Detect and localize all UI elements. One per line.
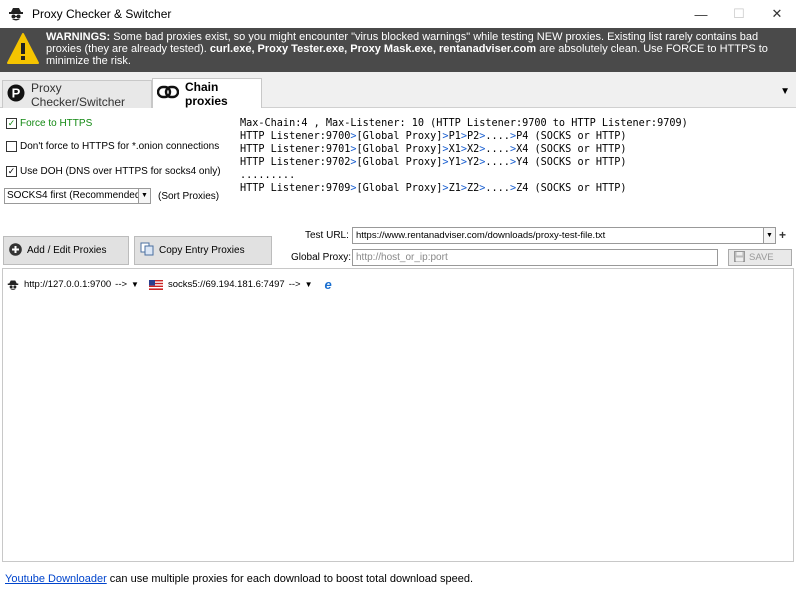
chevron-down-icon[interactable]: ▼ bbox=[305, 280, 313, 289]
save-label: SAVE bbox=[749, 252, 774, 263]
chain-info-line: HTTP Listener:9702>[Global Proxy]>Y1>Y2>… bbox=[240, 157, 627, 168]
add-edit-proxies-label: Add / Edit Proxies bbox=[27, 245, 107, 256]
warning-banner: WARNINGS: Some bad proxies exist, so you… bbox=[0, 28, 796, 72]
footer: Youtube Downloader can use multiple prox… bbox=[5, 573, 473, 585]
chain-list: http://127.0.0.1:9700 --> ▼ socks5://69.… bbox=[2, 268, 794, 562]
tab-menu-dropdown-icon[interactable]: ▼ bbox=[780, 86, 790, 97]
test-url-value: https://www.rentanadviser.com/downloads/… bbox=[356, 230, 606, 241]
chain-row: http://127.0.0.1:9700 --> ▼ socks5://69.… bbox=[7, 277, 332, 292]
chain-info-line: HTTP Listener:9709>[Global Proxy]>Z1>Z2>… bbox=[240, 183, 627, 194]
tab-proxy-checker[interactable]: P Proxy Checker/Switcher bbox=[2, 80, 152, 109]
global-proxy-label: Global Proxy: bbox=[291, 252, 352, 263]
global-proxy-placeholder: http://host_or_ip:port bbox=[356, 252, 448, 263]
chain-proxy: socks5://69.194.181.6:7497 bbox=[167, 279, 285, 290]
chevron-down-icon[interactable]: ▼ bbox=[138, 189, 150, 203]
chevron-down-icon[interactable]: ▼ bbox=[763, 228, 775, 243]
chain-info-header: Max-Chain:4 , Max-Listener: 10 (HTTP Lis… bbox=[240, 118, 688, 129]
test-url-label: Test URL: bbox=[305, 230, 349, 241]
chain-info-text: Max-Chain:4 , Max-Listener: 10 (HTTP Lis… bbox=[240, 117, 688, 195]
minimize-button[interactable]: — bbox=[682, 0, 720, 28]
save-button: SAVE bbox=[728, 249, 792, 266]
floppy-disk-icon bbox=[734, 250, 745, 265]
chain-settings-panel: ✓ Force to HTTPS Don't force to HTTPS fo… bbox=[0, 108, 796, 268]
add-circle-icon bbox=[9, 242, 22, 259]
warning-icon bbox=[6, 32, 40, 66]
copy-entry-proxies-button[interactable]: Copy Entry Proxies bbox=[134, 236, 272, 265]
add-url-button[interactable]: + bbox=[779, 228, 786, 242]
checkbox-unchecked-icon bbox=[6, 141, 17, 152]
spy-icon bbox=[7, 279, 19, 291]
no-force-onion-checkbox[interactable]: Don't force to HTTPS for *.onion connect… bbox=[6, 141, 219, 152]
window-controls: — ☐ ✕ bbox=[682, 0, 796, 28]
ie-icon[interactable]: e bbox=[324, 277, 331, 292]
youtube-downloader-link[interactable]: Youtube Downloader bbox=[5, 573, 107, 585]
tab-chain-proxies[interactable]: Chain proxies bbox=[152, 78, 262, 108]
sort-proxies-value: SOCKS4 first (Recommended) bbox=[7, 190, 144, 201]
checkbox-checked-icon: ✓ bbox=[6, 118, 17, 129]
close-button[interactable]: ✕ bbox=[758, 0, 796, 28]
tab-proxy-checker-label: Proxy Checker/Switcher bbox=[31, 80, 126, 109]
force-https-label: Force to HTTPS bbox=[20, 118, 93, 129]
tab-chain-proxies-label: Chain proxies bbox=[185, 79, 228, 108]
test-url-input[interactable]: https://www.rentanadviser.com/downloads/… bbox=[352, 227, 776, 244]
chevron-down-icon[interactable]: ▼ bbox=[131, 280, 139, 289]
svg-text:P: P bbox=[12, 86, 21, 101]
spy-icon bbox=[8, 6, 24, 22]
maximize-button: ☐ bbox=[733, 6, 745, 21]
chain-info-dots: ......... bbox=[240, 170, 296, 181]
warning-clean-list: curl.exe, Proxy Tester.exe, Proxy Mask.e… bbox=[209, 43, 537, 55]
add-edit-proxies-button[interactable]: Add / Edit Proxies bbox=[3, 236, 129, 265]
sort-proxies-label: (Sort Proxies) bbox=[158, 191, 220, 202]
warning-text: WARNINGS: Some bad proxies exist, so you… bbox=[46, 31, 786, 67]
copy-icon bbox=[140, 242, 154, 259]
footer-text: can use multiple proxies for each downlo… bbox=[106, 573, 474, 585]
force-https-checkbox[interactable]: ✓ Force to HTTPS bbox=[6, 118, 92, 129]
us-flag-icon bbox=[148, 279, 163, 290]
global-proxy-input[interactable]: http://host_or_ip:port bbox=[352, 249, 718, 266]
chain-arrow: --> bbox=[115, 279, 128, 290]
chain-icon bbox=[156, 85, 180, 102]
chain-info-line: HTTP Listener:9700>[Global Proxy]>P1>P2>… bbox=[240, 131, 627, 142]
chain-listener: http://127.0.0.1:9700 bbox=[24, 279, 112, 290]
copy-entry-proxies-label: Copy Entry Proxies bbox=[159, 245, 245, 256]
window-title: Proxy Checker & Switcher bbox=[32, 7, 172, 21]
warning-label: WARNINGS: bbox=[46, 31, 111, 43]
use-doh-label: Use DOH (DNS over HTTPS for socks4 only) bbox=[20, 166, 221, 177]
chain-info-line: HTTP Listener:9701>[Global Proxy]>X1>X2>… bbox=[240, 144, 627, 155]
p-circle-icon: P bbox=[7, 84, 25, 105]
no-force-onion-label: Don't force to HTTPS for *.onion connect… bbox=[20, 141, 220, 152]
tab-strip: P Proxy Checker/Switcher Chain proxies ▼ bbox=[0, 72, 796, 109]
sort-proxies-select[interactable]: SOCKS4 first (Recommended) ▼ bbox=[4, 188, 151, 204]
checkbox-checked-icon: ✓ bbox=[6, 166, 17, 177]
chain-arrow: --> bbox=[288, 279, 301, 290]
use-doh-checkbox[interactable]: ✓ Use DOH (DNS over HTTPS for socks4 onl… bbox=[6, 166, 221, 177]
title-bar: Proxy Checker & Switcher — ☐ ✕ bbox=[0, 0, 796, 28]
